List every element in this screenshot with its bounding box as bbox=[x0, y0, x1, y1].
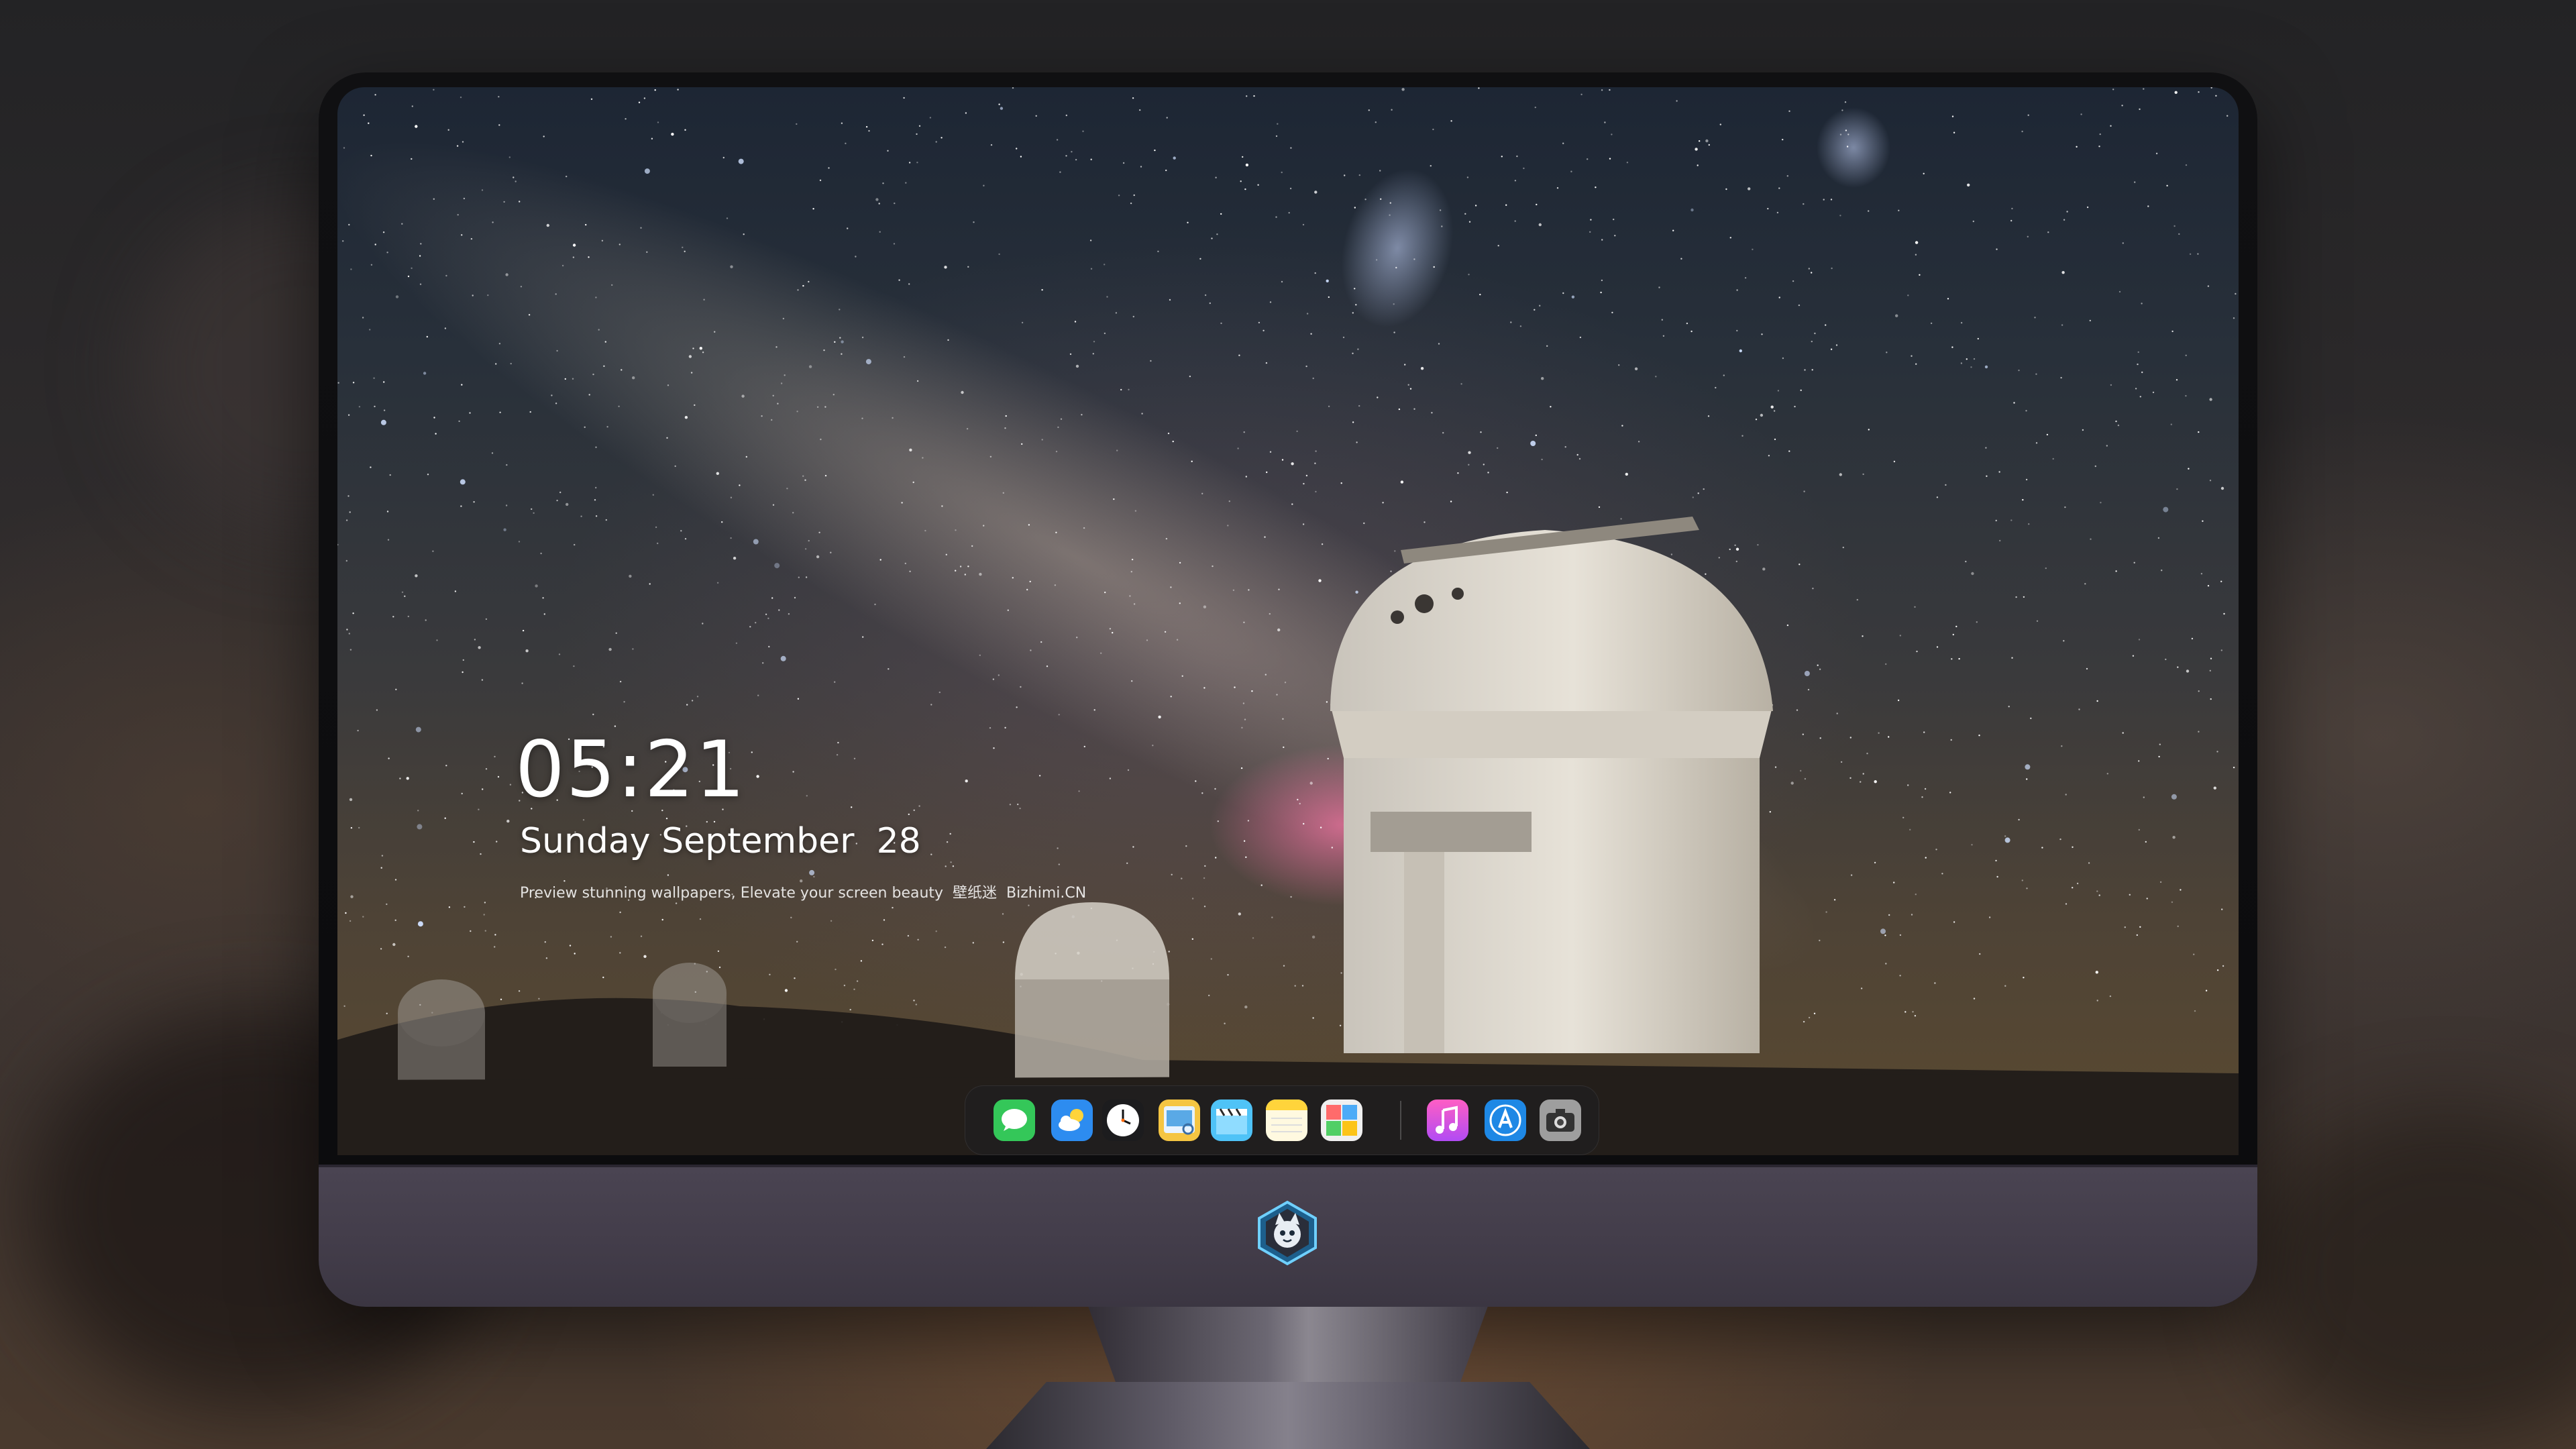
wallpaper-tagline: Preview stunning wallpapers, Elevate you… bbox=[520, 885, 1087, 902]
lock-date: Sunday September 28 bbox=[520, 821, 921, 861]
clapperboard-icon[interactable] bbox=[1211, 1099, 1252, 1141]
starry-sky-wallpaper bbox=[337, 87, 2239, 1155]
clock-icon[interactable] bbox=[1102, 1099, 1144, 1141]
background-blur-shape bbox=[2247, 1107, 2576, 1442]
weather-icon[interactable] bbox=[1051, 1099, 1093, 1141]
app-store-icon[interactable] bbox=[1485, 1099, 1526, 1141]
monitor-stand-neck bbox=[1088, 1307, 1488, 1387]
lock-time: 05:21 bbox=[515, 724, 747, 815]
dock-separator bbox=[1400, 1101, 1401, 1140]
dock bbox=[965, 1085, 1599, 1155]
mascot-logo bbox=[1254, 1199, 1321, 1267]
desktop-scene: 05:21 Sunday September 28 Preview stunni… bbox=[0, 0, 2576, 1449]
messages-icon[interactable] bbox=[994, 1099, 1035, 1141]
preview-icon[interactable] bbox=[1159, 1099, 1200, 1141]
photo-booth-icon[interactable] bbox=[1321, 1099, 1362, 1141]
monitor-stand-base bbox=[986, 1382, 1590, 1449]
notes-icon[interactable] bbox=[1266, 1099, 1307, 1141]
lock-screen: 05:21 Sunday September 28 Preview stunni… bbox=[337, 87, 2239, 1155]
camera-icon[interactable] bbox=[1540, 1099, 1581, 1141]
music-note-icon[interactable] bbox=[1427, 1099, 1468, 1141]
